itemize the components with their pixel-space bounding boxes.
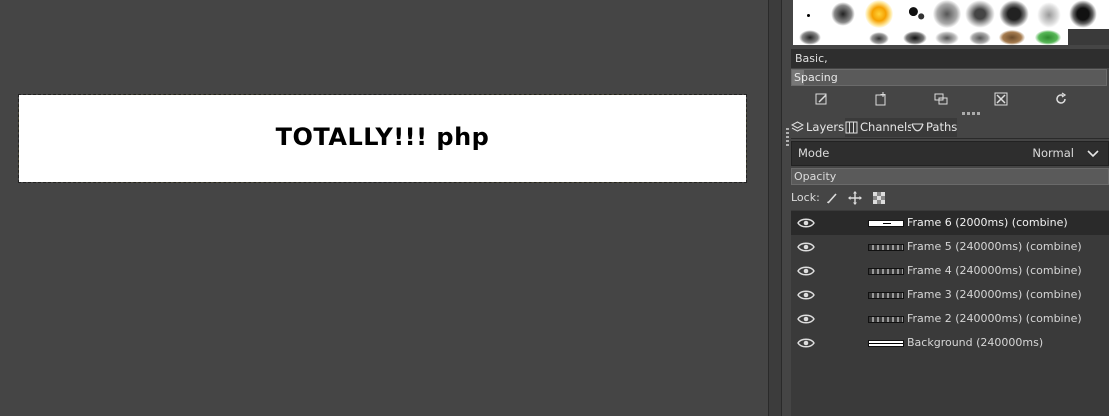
brush-thumb[interactable]: [1035, 30, 1061, 45]
brush-grid[interactable]: [793, 0, 1109, 45]
brush-thumb[interactable]: [831, 2, 855, 26]
layer-thumbnail: [868, 340, 904, 347]
tab-channels-label: Channels: [860, 120, 914, 134]
tab-paths-label: Paths: [926, 120, 958, 134]
layer-row[interactable]: Frame 5 (240000ms) (combine): [791, 235, 1109, 259]
lock-pixels-icon[interactable]: [825, 191, 839, 205]
layers-icon: [791, 121, 804, 134]
chevron-down-icon: [1087, 150, 1099, 158]
layer-name: Frame 2 (240000ms) (combine): [907, 312, 1082, 325]
layer-thumbnail: [868, 244, 904, 251]
delete-brush-icon: [994, 92, 1008, 106]
mode-label: Mode: [798, 146, 830, 160]
eye-icon[interactable]: [797, 313, 815, 325]
layer-row[interactable]: Background (240000ms): [791, 331, 1109, 355]
layers-list: Frame 6 (2000ms) (combine) Frame 5 (2400…: [791, 210, 1109, 416]
brush-thumb[interactable]: [933, 0, 961, 28]
eye-icon[interactable]: [797, 265, 815, 277]
splitter-grip-icon[interactable]: [786, 128, 789, 148]
eye-icon[interactable]: [797, 289, 815, 301]
new-brush-icon: [875, 92, 886, 106]
opacity-slider[interactable]: Opacity: [791, 168, 1109, 185]
tab-layers[interactable]: Layers: [791, 118, 844, 137]
brush-thumb[interactable]: [807, 14, 810, 17]
brush-grid-empty: [1068, 29, 1109, 45]
layer-row[interactable]: Frame 6 (2000ms) (combine): [791, 211, 1109, 235]
image-canvas-area[interactable]: TOTALLY!!! php: [0, 0, 768, 416]
duplicate-brush-icon: [934, 93, 948, 105]
layer-name: Frame 6 (2000ms) (combine): [907, 216, 1068, 229]
brush-thumb[interactable]: [799, 30, 821, 45]
paths-icon: [911, 121, 924, 134]
spacing-slider[interactable]: Spacing: [791, 69, 1107, 86]
brush-tag-filter[interactable]: Basic,: [791, 49, 1109, 68]
image-canvas[interactable]: TOTALLY!!! php: [18, 94, 747, 183]
brush-thumb[interactable]: [999, 30, 1025, 45]
brush-thumb[interactable]: [965, 0, 995, 28]
canvas-scrollbar[interactable]: [768, 0, 782, 416]
canvas-text: TOTALLY!!! php: [275, 122, 490, 151]
eye-icon[interactable]: [797, 217, 815, 229]
layer-thumbnail: [868, 292, 904, 299]
layer-mode-select[interactable]: Mode Normal: [791, 141, 1109, 166]
edit-brush-icon: [815, 93, 827, 105]
lock-row: Lock:: [791, 188, 1109, 208]
mode-value: Normal: [1032, 146, 1074, 160]
layer-row[interactable]: Frame 4 (240000ms) (combine): [791, 259, 1109, 283]
eye-icon[interactable]: [797, 241, 815, 253]
dock-splitter[interactable]: [782, 0, 791, 416]
lock-alpha-icon[interactable]: [872, 191, 886, 205]
brush-thumb[interactable]: [865, 0, 893, 28]
tab-channels[interactable]: Channels: [845, 118, 914, 137]
brush-thumb[interactable]: [903, 2, 929, 26]
brush-thumb[interactable]: [903, 31, 927, 45]
layer-name: Frame 5 (240000ms) (combine): [907, 240, 1082, 253]
spacing-label: Spacing: [794, 71, 838, 84]
new-brush-button[interactable]: [872, 90, 890, 108]
edit-brush-button[interactable]: [813, 90, 831, 108]
brush-thumb[interactable]: [1037, 2, 1061, 28]
refresh-brushes-button[interactable]: [1052, 90, 1070, 108]
layer-row[interactable]: Frame 2 (240000ms) (combine): [791, 307, 1109, 331]
eye-icon[interactable]: [797, 337, 815, 349]
refresh-brushes-icon: [1056, 92, 1067, 104]
brush-thumb[interactable]: [999, 0, 1029, 28]
right-dock: Basic, Spacing Layers Channels Paths Mod…: [791, 0, 1109, 416]
dock-handle-icon[interactable]: [962, 112, 982, 115]
layer-name: Background (240000ms): [907, 336, 1044, 349]
delete-brush-button[interactable]: [992, 90, 1010, 108]
dock-tab-bar: Layers Channels Paths: [791, 117, 1109, 139]
brush-thumb[interactable]: [935, 31, 959, 45]
layer-row[interactable]: Frame 3 (240000ms) (combine): [791, 283, 1109, 307]
tab-paths[interactable]: Paths: [911, 118, 957, 137]
layer-name: Frame 4 (240000ms) (combine): [907, 264, 1082, 277]
layer-name: Frame 3 (240000ms) (combine): [907, 288, 1082, 301]
lock-label: Lock:: [791, 191, 820, 204]
layer-thumbnail: [868, 268, 904, 275]
brush-thumb[interactable]: [869, 32, 889, 45]
channels-icon: [845, 121, 858, 134]
brush-thumb[interactable]: [1069, 0, 1097, 28]
tab-layers-label: Layers: [806, 120, 845, 134]
opacity-label: Opacity: [794, 170, 837, 183]
brush-thumb[interactable]: [969, 31, 991, 45]
duplicate-brush-button[interactable]: [932, 90, 950, 108]
brush-toolbar: [791, 87, 1109, 111]
layer-thumbnail: [868, 220, 904, 227]
layer-thumbnail: [868, 316, 904, 323]
lock-position-icon[interactable]: [848, 191, 862, 205]
